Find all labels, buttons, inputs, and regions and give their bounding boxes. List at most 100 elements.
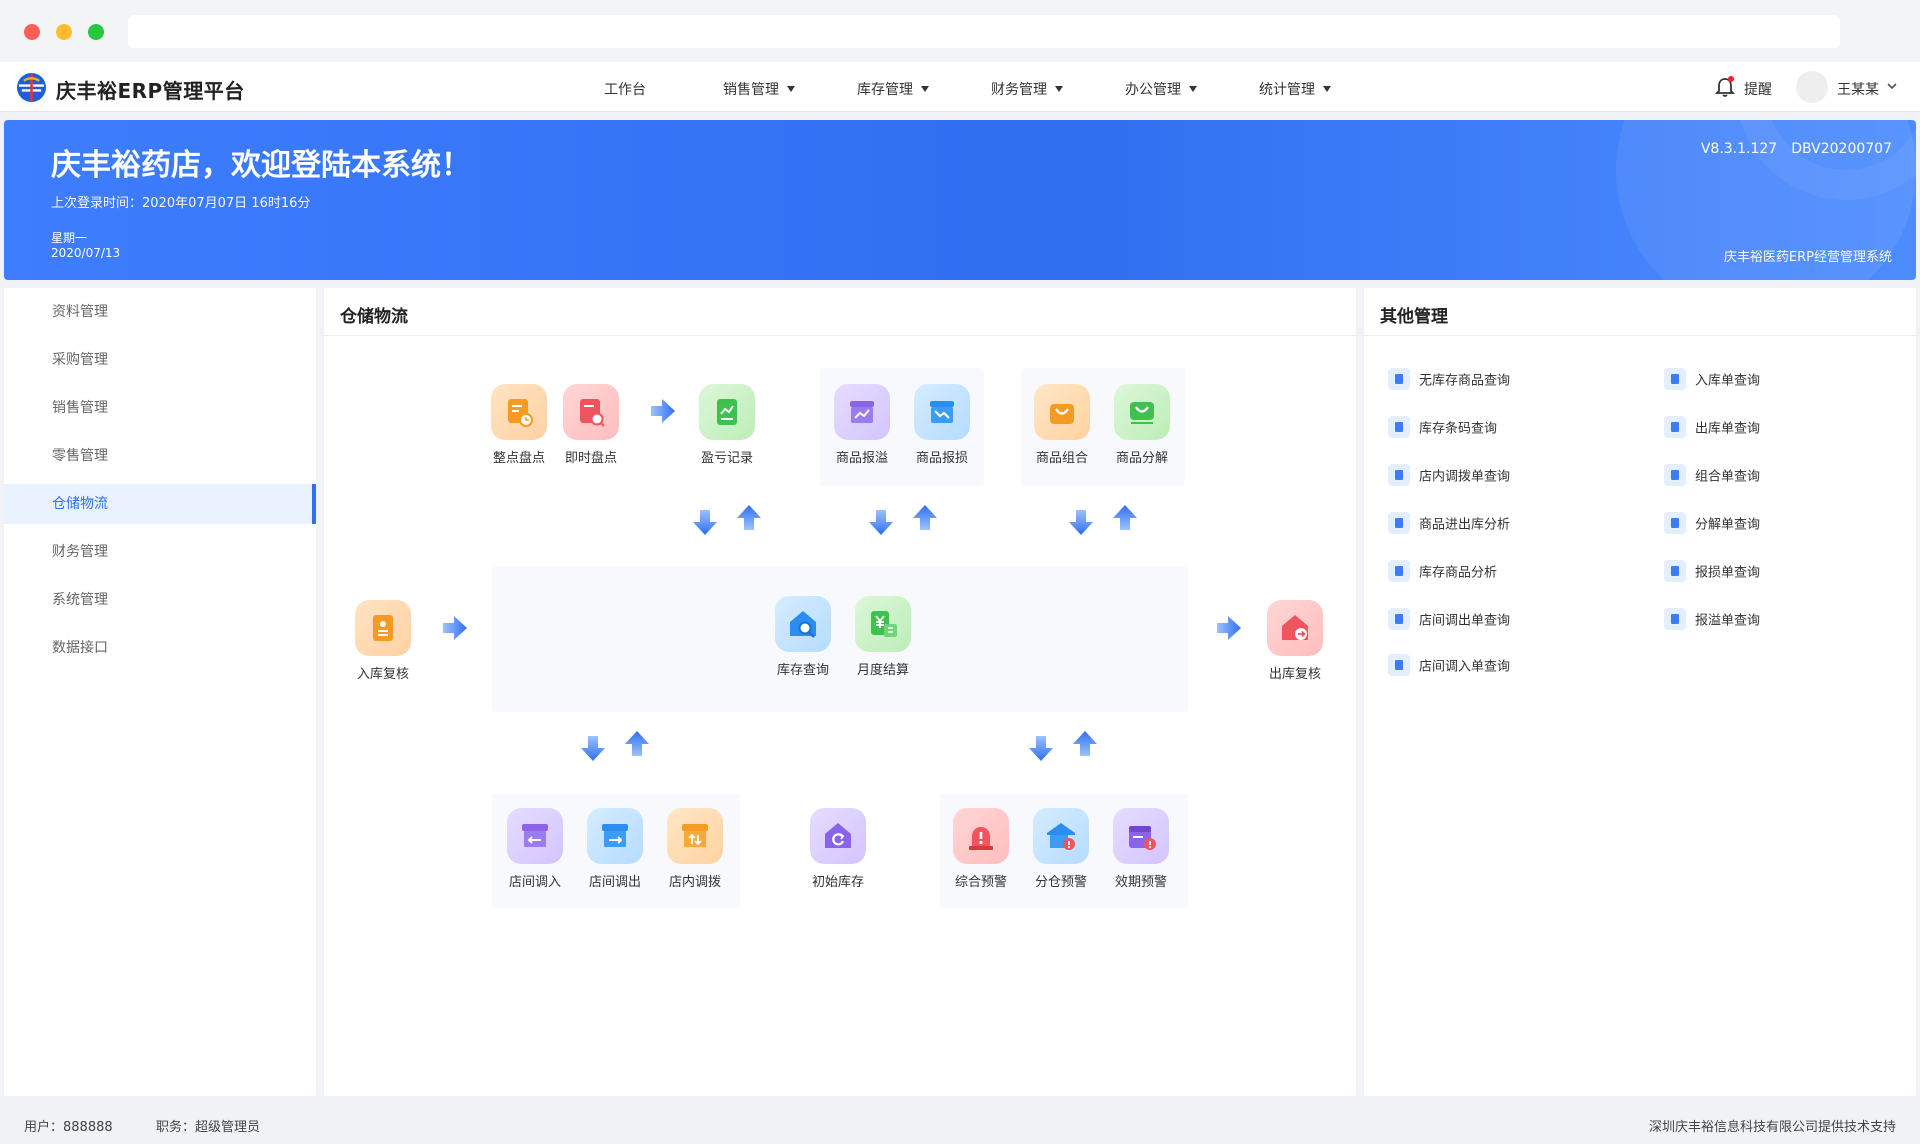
caret-down-icon (1189, 86, 1197, 92)
tile-label: 盈亏记录 (700, 451, 753, 466)
house-exit-icon (1267, 600, 1323, 656)
tile-profit-loss[interactable]: 盈亏记录 (690, 384, 764, 466)
clipboard-person-icon (355, 600, 411, 656)
tile-general-alert[interactable]: 综合预警 (944, 808, 1018, 890)
tile-overflow-report[interactable]: 商品报溢 (825, 384, 899, 466)
tile-expiry-alert[interactable]: 效期预警 (1104, 808, 1178, 890)
weekday: 星期一 (51, 231, 88, 245)
sidebar-item-master-data[interactable]: 资料管理 (4, 292, 316, 332)
browser-chrome (0, 0, 1920, 62)
nav-statistics[interactable]: 统计管理 (1259, 79, 1331, 99)
tile-label: 商品报损 (915, 451, 968, 466)
calendar-alert-icon (1113, 808, 1169, 864)
nav-office[interactable]: 办公管理 (1125, 79, 1197, 99)
chart-doc-icon (699, 384, 755, 440)
tile-combine[interactable]: 商品组合 (1025, 384, 1099, 466)
link-inbound-query[interactable]: 入库单查询 (1664, 368, 1760, 390)
tile-label: 商品分解 (1115, 451, 1168, 466)
tile-monthly-close[interactable]: 月度结算 (846, 596, 920, 678)
link-internal-transfer-query[interactable]: 店内调拨单查询 (1388, 464, 1510, 486)
user-name[interactable]: 王某某 (1837, 79, 1879, 99)
sidebar-item-storage[interactable]: 仓储物流 (4, 484, 316, 524)
tile-damage-report[interactable]: 商品报损 (905, 384, 979, 466)
warehouse-alert-icon (1033, 808, 1089, 864)
tile-label: 分仓预警 (1034, 875, 1087, 890)
document-icon (1664, 560, 1686, 582)
document-icon (1664, 464, 1686, 486)
nav-inventory[interactable]: 库存管理 (857, 79, 929, 99)
divider (324, 335, 1356, 336)
sidebar-item-system[interactable]: 系统管理 (4, 580, 316, 620)
tile-internal-transfer[interactable]: 店内调拨 (658, 808, 732, 890)
alarm-light-icon (953, 808, 1009, 864)
tile-label: 出库复核 (1268, 667, 1321, 682)
reminder-link[interactable]: 提醒 (1744, 79, 1772, 99)
sidebar-item-sales[interactable]: 销售管理 (4, 388, 316, 428)
tile-transfer-in[interactable]: 店间调入 (498, 808, 572, 890)
link-split-query[interactable]: 分解单查询 (1664, 512, 1760, 534)
tile-label: 月度结算 (856, 663, 909, 678)
tile-instant-check[interactable]: 即时盘点 (554, 384, 628, 466)
link-combine-query[interactable]: 组合单查询 (1664, 464, 1760, 486)
sidebar-item-finance[interactable]: 财务管理 (4, 532, 316, 572)
nav-workbench[interactable]: 工作台 (604, 79, 646, 99)
store-icon (1388, 654, 1410, 676)
arrow-up-icon (1073, 731, 1097, 756)
document-icon (1664, 512, 1686, 534)
link-transfer-out-query[interactable]: 店间调出单查询 (1388, 608, 1510, 630)
bag-icon (1034, 384, 1090, 440)
group-center (492, 566, 1188, 712)
sidebar-item-retail[interactable]: 零售管理 (4, 436, 316, 476)
link-damage-query[interactable]: 报损单查询 (1664, 560, 1760, 582)
tile-stock-query[interactable]: 库存查询 (766, 596, 840, 678)
link-stock-analysis[interactable]: 库存商品分析 (1388, 560, 1497, 582)
footer-role: 职务：超级管理员 (156, 1120, 261, 1135)
arrow-up-icon (1113, 505, 1137, 530)
maximize-window-dot[interactable] (88, 24, 104, 40)
storage-logistics-panel: 仓储物流 整点盘点 即时盘点 盈亏记录 商品报溢 商品报损 商品组合 商品分解 … (324, 288, 1356, 1096)
arrow-right-icon (443, 616, 467, 640)
tile-label: 即时盘点 (564, 451, 617, 466)
brand-name: 庆丰裕ERP管理平台 (56, 79, 245, 103)
link-in-out-analysis[interactable]: 商品进出库分析 (1388, 512, 1510, 534)
store-icon (1388, 608, 1410, 630)
store-arrow-right-icon (587, 808, 643, 864)
arrow-right-icon (651, 399, 675, 423)
tile-transfer-out[interactable]: 店间调出 (578, 808, 652, 890)
house-search-icon (775, 596, 831, 652)
chevron-down-icon[interactable] (1886, 80, 1898, 92)
status-footer: 用户：888888 职务：超级管理员 深圳庆丰裕信息科技有限公司提供技术支持 (0, 1104, 1920, 1144)
sidebar-item-data-interface[interactable]: 数据接口 (4, 628, 316, 668)
tile-initial-stock[interactable]: 初始库存 (801, 808, 875, 890)
link-no-stock-query[interactable]: 无库存商品查询 (1388, 368, 1510, 390)
tile-label: 效期预警 (1114, 875, 1167, 890)
minimize-window-dot[interactable] (56, 24, 72, 40)
divider (1364, 335, 1916, 336)
link-transfer-in-query[interactable]: 店间调入单查询 (1388, 654, 1510, 676)
tile-warehouse-alert[interactable]: 分仓预警 (1024, 808, 1098, 890)
store-arrow-left-icon (507, 808, 563, 864)
tile-split[interactable]: 商品分解 (1105, 384, 1179, 466)
footer-user: 用户：888888 (24, 1120, 113, 1135)
nav-sales[interactable]: 销售管理 (723, 79, 795, 99)
bell-icon[interactable] (1715, 76, 1735, 98)
link-barcode-query[interactable]: 库存条码查询 (1388, 416, 1497, 438)
avatar[interactable] (1796, 71, 1828, 103)
tile-label: 库存查询 (776, 663, 829, 678)
arrow-down-icon (869, 510, 893, 535)
nav-finance[interactable]: 财务管理 (991, 79, 1063, 99)
sidebar-item-purchase[interactable]: 采购管理 (4, 340, 316, 380)
caret-down-icon (921, 86, 929, 92)
link-overflow-query[interactable]: 报溢单查询 (1664, 608, 1760, 630)
system-name: 庆丰裕医药ERP经营管理系统 (1723, 250, 1892, 265)
house-refresh-icon (810, 808, 866, 864)
link-outbound-query[interactable]: 出库单查询 (1664, 416, 1760, 438)
address-bar[interactable] (128, 15, 1840, 48)
close-window-dot[interactable] (24, 24, 40, 40)
arrow-down-icon (581, 736, 605, 761)
tile-outbound-review[interactable]: 出库复核 (1258, 600, 1332, 682)
tile-inbound-review[interactable]: 入库复核 (346, 600, 420, 682)
store-swap-icon (667, 808, 723, 864)
arrow-up-icon (737, 505, 761, 530)
tile-inventory-check[interactable]: 整点盘点 (482, 384, 556, 466)
